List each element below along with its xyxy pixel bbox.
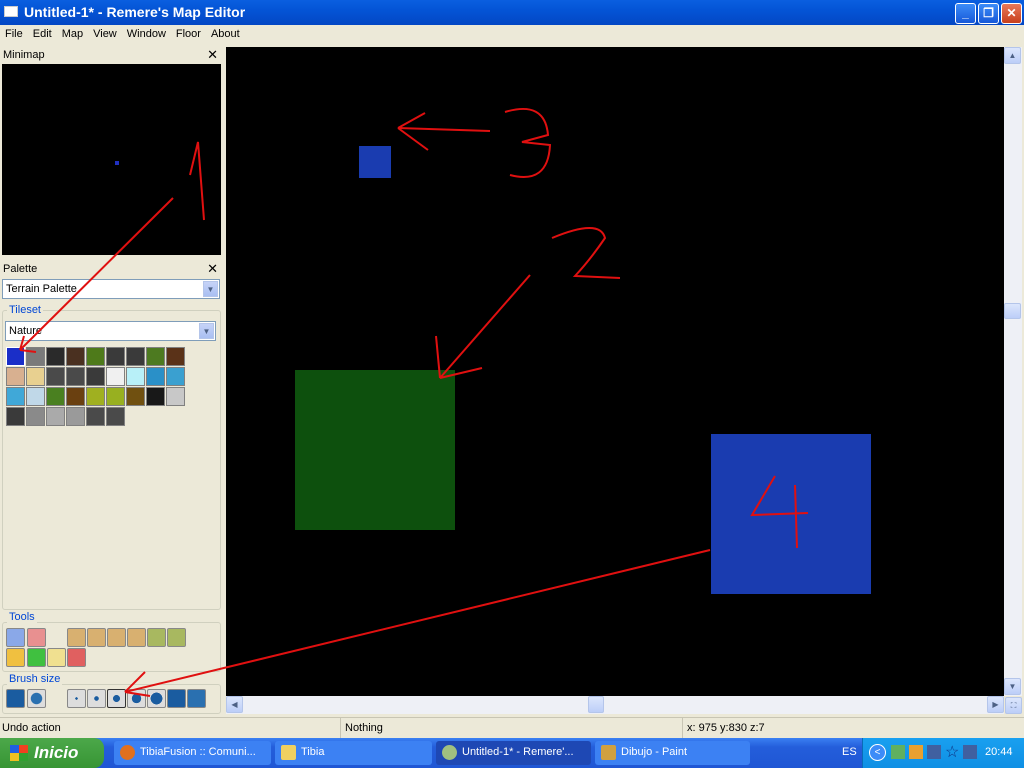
taskbar: Inicio TibiaFusion :: Comuni... Tibia Un… xyxy=(0,738,1024,768)
star-icon[interactable]: ☆ xyxy=(945,742,959,762)
arrow-4 xyxy=(124,549,711,697)
vertical-scrollbar[interactable]: ▲ ▼ xyxy=(1004,47,1022,696)
paint-icon xyxy=(601,745,616,760)
annotation-mark-2 xyxy=(551,227,621,279)
scroll-up-icon[interactable]: ▲ xyxy=(1004,47,1021,64)
scroll-left-icon[interactable]: ◀ xyxy=(226,696,243,713)
horizontal-scroll-thumb[interactable] xyxy=(588,696,604,713)
annotation-overlay xyxy=(19,107,809,697)
arrow-1 xyxy=(19,197,174,353)
scroll-right-icon[interactable]: ▶ xyxy=(987,696,1004,713)
arrow-2 xyxy=(435,274,531,379)
tray-app-icon[interactable] xyxy=(909,745,923,759)
status-left: Undo action xyxy=(2,722,61,734)
horizontal-scrollbar[interactable]: ◀ ▶ xyxy=(226,696,1004,714)
status-bar: Undo action Nothing x: 975 y:830 z:7 xyxy=(0,717,1024,738)
arrow-3 xyxy=(397,112,491,151)
task-label: Dibujo - Paint xyxy=(621,746,688,758)
task-tibia[interactable]: Tibia xyxy=(275,741,432,765)
firefox-icon xyxy=(120,745,135,760)
start-button[interactable]: Inicio xyxy=(0,738,104,768)
clock: 20:44 xyxy=(985,746,1013,758)
fit-view-button[interactable]: ⛶ xyxy=(1005,697,1022,714)
network-connection-icon[interactable] xyxy=(927,745,941,759)
language-indicator[interactable]: ES xyxy=(842,746,857,758)
task-label: TibiaFusion :: Comuni... xyxy=(140,746,256,758)
folder-icon xyxy=(281,745,296,760)
system-tray: < ☆ 20:44 xyxy=(862,738,1024,768)
task-label: Untitled-1* - Remere'... xyxy=(462,746,574,758)
task-tibiafusion[interactable]: TibiaFusion :: Comuni... xyxy=(114,741,271,765)
vertical-scroll-thumb[interactable] xyxy=(1004,303,1021,319)
map-editor-icon xyxy=(442,745,457,760)
annotation-mark-1 xyxy=(189,141,205,221)
start-label: Inicio xyxy=(34,743,79,762)
status-coords: x: 975 y:830 z:7 xyxy=(687,722,765,734)
status-middle: Nothing xyxy=(345,722,383,734)
network-icon[interactable] xyxy=(891,745,905,759)
task-label: Tibia xyxy=(301,746,325,758)
task-map-editor[interactable]: Untitled-1* - Remere'... xyxy=(436,741,591,765)
task-paint[interactable]: Dibujo - Paint xyxy=(595,741,750,765)
network-connection-icon[interactable] xyxy=(963,745,977,759)
show-hidden-icons-button[interactable]: < xyxy=(869,744,886,761)
windows-logo-icon xyxy=(10,745,28,761)
scroll-down-icon[interactable]: ▼ xyxy=(1004,678,1021,695)
annotation-mark-3 xyxy=(504,107,552,178)
annotation-mark-4 xyxy=(750,475,809,549)
